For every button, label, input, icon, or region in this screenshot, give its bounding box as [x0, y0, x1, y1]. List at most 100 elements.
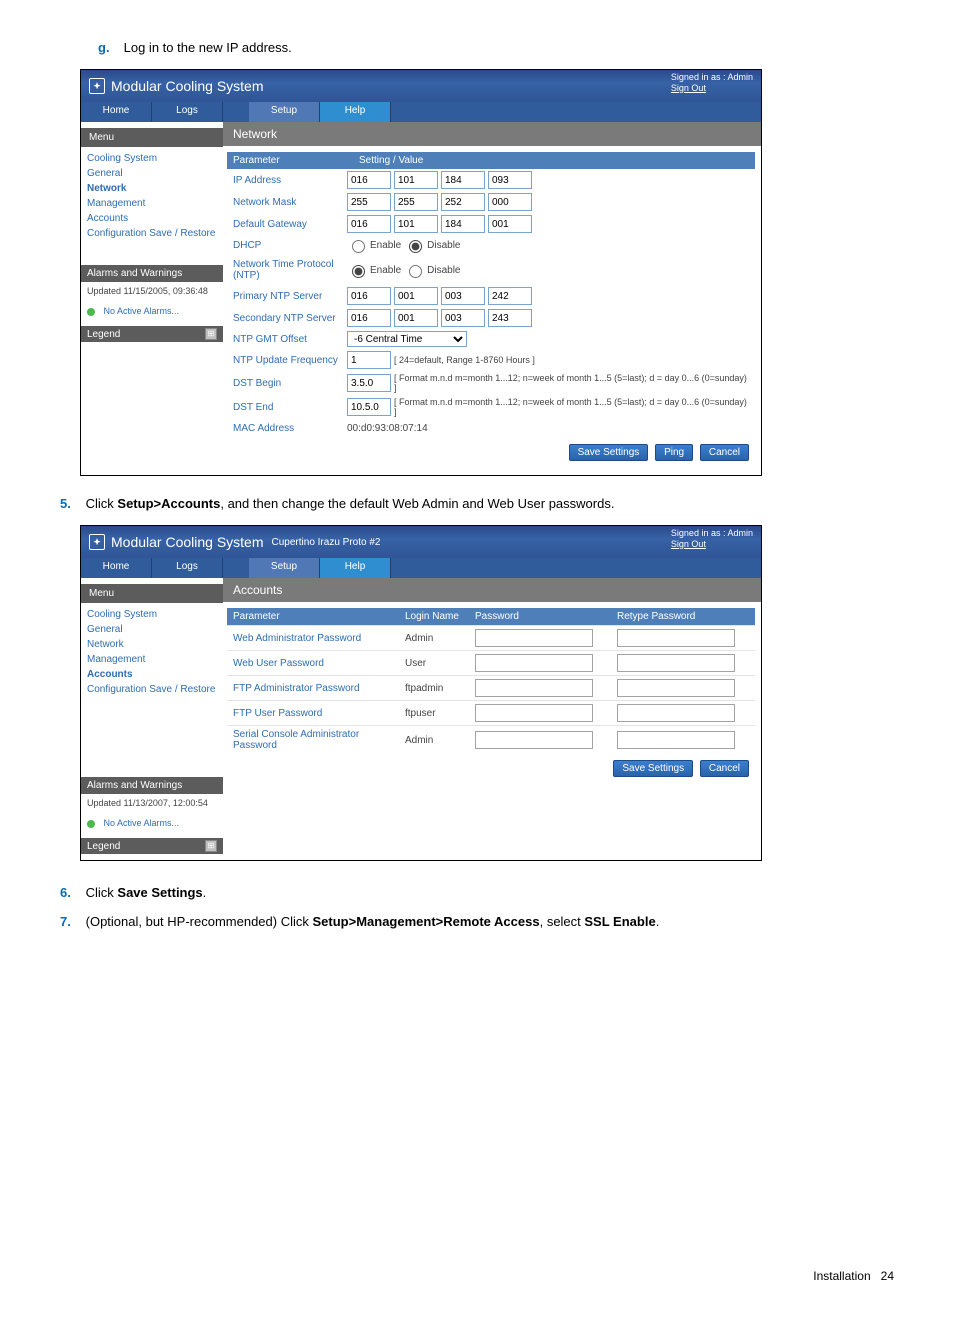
secondary-ntp-octet-input[interactable]: [394, 309, 438, 327]
step-5: 5. Click Setup>Accounts, and then change…: [60, 496, 894, 511]
password-input[interactable]: [475, 679, 593, 697]
signed-in-label: Signed in as :: [671, 528, 726, 538]
freq-label: NTP Update Frequency: [233, 353, 347, 368]
account-row: Serial Console Administrator PasswordAdm…: [227, 725, 755, 754]
mask-octet-input[interactable]: [394, 193, 438, 211]
account-login: Admin: [399, 630, 469, 647]
dst-begin-input[interactable]: [347, 374, 391, 392]
dhcp-label: DHCP: [233, 238, 347, 253]
retype-password-input[interactable]: [617, 654, 735, 672]
account-row: FTP User Passwordftpuser: [227, 700, 755, 725]
alarm-status[interactable]: No Active Alarms...: [87, 296, 217, 320]
legend-expand-icon[interactable]: ⊞: [205, 328, 217, 340]
mask-octet-input[interactable]: [347, 193, 391, 211]
tab-setup[interactable]: Setup: [249, 558, 320, 578]
mask-octet-input[interactable]: [441, 193, 485, 211]
dhcp-enable-radio[interactable]: [352, 240, 365, 253]
dst-end-label: DST End: [233, 400, 347, 415]
disable-text-ntp: Disable: [427, 265, 460, 276]
page-footer: Installation 24: [60, 1269, 894, 1283]
ip-octet-input[interactable]: [394, 171, 438, 189]
alarms-updated: Updated 11/15/2005, 09:36:48: [87, 286, 217, 296]
tab-help[interactable]: Help: [320, 102, 391, 122]
menu-item[interactable]: Configuration Save / Restore: [87, 226, 221, 241]
retype-password-input[interactable]: [617, 731, 735, 749]
legend-label: Legend: [87, 841, 120, 852]
step-marker-7: 7.: [60, 914, 82, 929]
legend-expand-icon[interactable]: ⊞: [205, 840, 217, 852]
sign-out-link[interactable]: Sign Out: [671, 83, 706, 93]
menu-item[interactable]: Management: [87, 196, 221, 211]
gateway-octet-input[interactable]: [488, 215, 532, 233]
alarm-status[interactable]: No Active Alarms...: [87, 808, 217, 832]
ntp-enable-radio[interactable]: [352, 265, 365, 278]
gateway-octet-input[interactable]: [441, 215, 485, 233]
sign-out-link[interactable]: Sign Out: [671, 539, 706, 549]
retype-password-input[interactable]: [617, 629, 735, 647]
primary-ntp-octet-input[interactable]: [347, 287, 391, 305]
tab-setup[interactable]: Setup: [249, 102, 320, 122]
menu-item[interactable]: Cooling System: [87, 151, 221, 166]
app-title: Modular Cooling System: [111, 78, 264, 94]
primary-ntp-octet-input[interactable]: [441, 287, 485, 305]
retype-password-input[interactable]: [617, 679, 735, 697]
gateway-octet-input[interactable]: [347, 215, 391, 233]
secondary-ntp-octet-input[interactable]: [488, 309, 532, 327]
account-login: ftpuser: [399, 705, 469, 722]
account-param: Web Administrator Password: [227, 630, 399, 647]
ip-octet-input[interactable]: [441, 171, 485, 189]
secondary-ntp-octet-input[interactable]: [347, 309, 391, 327]
menu-item[interactable]: Cooling System: [87, 607, 221, 622]
password-input[interactable]: [475, 704, 593, 722]
account-row: FTP Administrator Passwordftpadmin: [227, 675, 755, 700]
password-input[interactable]: [475, 731, 593, 749]
menu-item[interactable]: General: [87, 166, 221, 181]
signed-in-value: Admin: [727, 72, 753, 82]
gmt-select[interactable]: -6 Central Time: [347, 331, 467, 347]
secondary-ntp-octet-input[interactable]: [441, 309, 485, 327]
password-input[interactable]: [475, 654, 593, 672]
ntp-label: Network Time Protocol (NTP): [233, 257, 347, 283]
dst-end-note: [ Format m.n.d m=month 1...12; n=week of…: [394, 397, 749, 417]
app-header: ✦ Modular Cooling System Cupertino Irazu…: [81, 526, 761, 558]
ntp-disable-radio[interactable]: [409, 265, 422, 278]
tab-logs[interactable]: Logs: [152, 558, 223, 578]
ping-button[interactable]: Ping: [655, 444, 693, 461]
primary-ntp-octet-input[interactable]: [488, 287, 532, 305]
freq-input[interactable]: [347, 351, 391, 369]
account-param: FTP User Password: [227, 705, 399, 722]
save-settings-button[interactable]: Save Settings: [613, 760, 693, 777]
account-row: Web Administrator PasswordAdmin: [227, 625, 755, 650]
tab-help[interactable]: Help: [320, 558, 391, 578]
tab-home[interactable]: Home: [81, 102, 152, 122]
menu-item[interactable]: Network: [87, 637, 221, 652]
cancel-button[interactable]: Cancel: [700, 760, 749, 777]
retype-password-input[interactable]: [617, 704, 735, 722]
status-ok-icon: [87, 308, 95, 316]
menu-item[interactable]: Accounts: [87, 667, 221, 682]
tab-logs[interactable]: Logs: [152, 102, 223, 122]
account-login: ftpadmin: [399, 680, 469, 697]
ip-octet-input[interactable]: [488, 171, 532, 189]
ip-octet-input[interactable]: [347, 171, 391, 189]
step-6: 6. Click Save Settings.: [60, 885, 894, 900]
menu-item[interactable]: Accounts: [87, 211, 221, 226]
save-settings-button[interactable]: Save Settings: [569, 444, 649, 461]
cancel-button[interactable]: Cancel: [700, 444, 749, 461]
primary-ntp-octet-input[interactable]: [394, 287, 438, 305]
mask-octet-input[interactable]: [488, 193, 532, 211]
menu-item[interactable]: Configuration Save / Restore: [87, 682, 221, 697]
col-retype: Retype Password: [611, 608, 755, 625]
password-input[interactable]: [475, 629, 593, 647]
menu-item[interactable]: General: [87, 622, 221, 637]
menu-item[interactable]: Management: [87, 652, 221, 667]
hp-logo-icon: ✦: [89, 534, 105, 550]
gateway-octet-input[interactable]: [394, 215, 438, 233]
tab-home[interactable]: Home: [81, 558, 152, 578]
signed-in-value: Admin: [727, 528, 753, 538]
menu-item[interactable]: Network: [87, 181, 221, 196]
ip-label: IP Address: [233, 173, 347, 188]
dst-end-input[interactable]: [347, 398, 391, 416]
dhcp-disable-radio[interactable]: [409, 240, 422, 253]
menu-header: Menu: [81, 128, 223, 147]
